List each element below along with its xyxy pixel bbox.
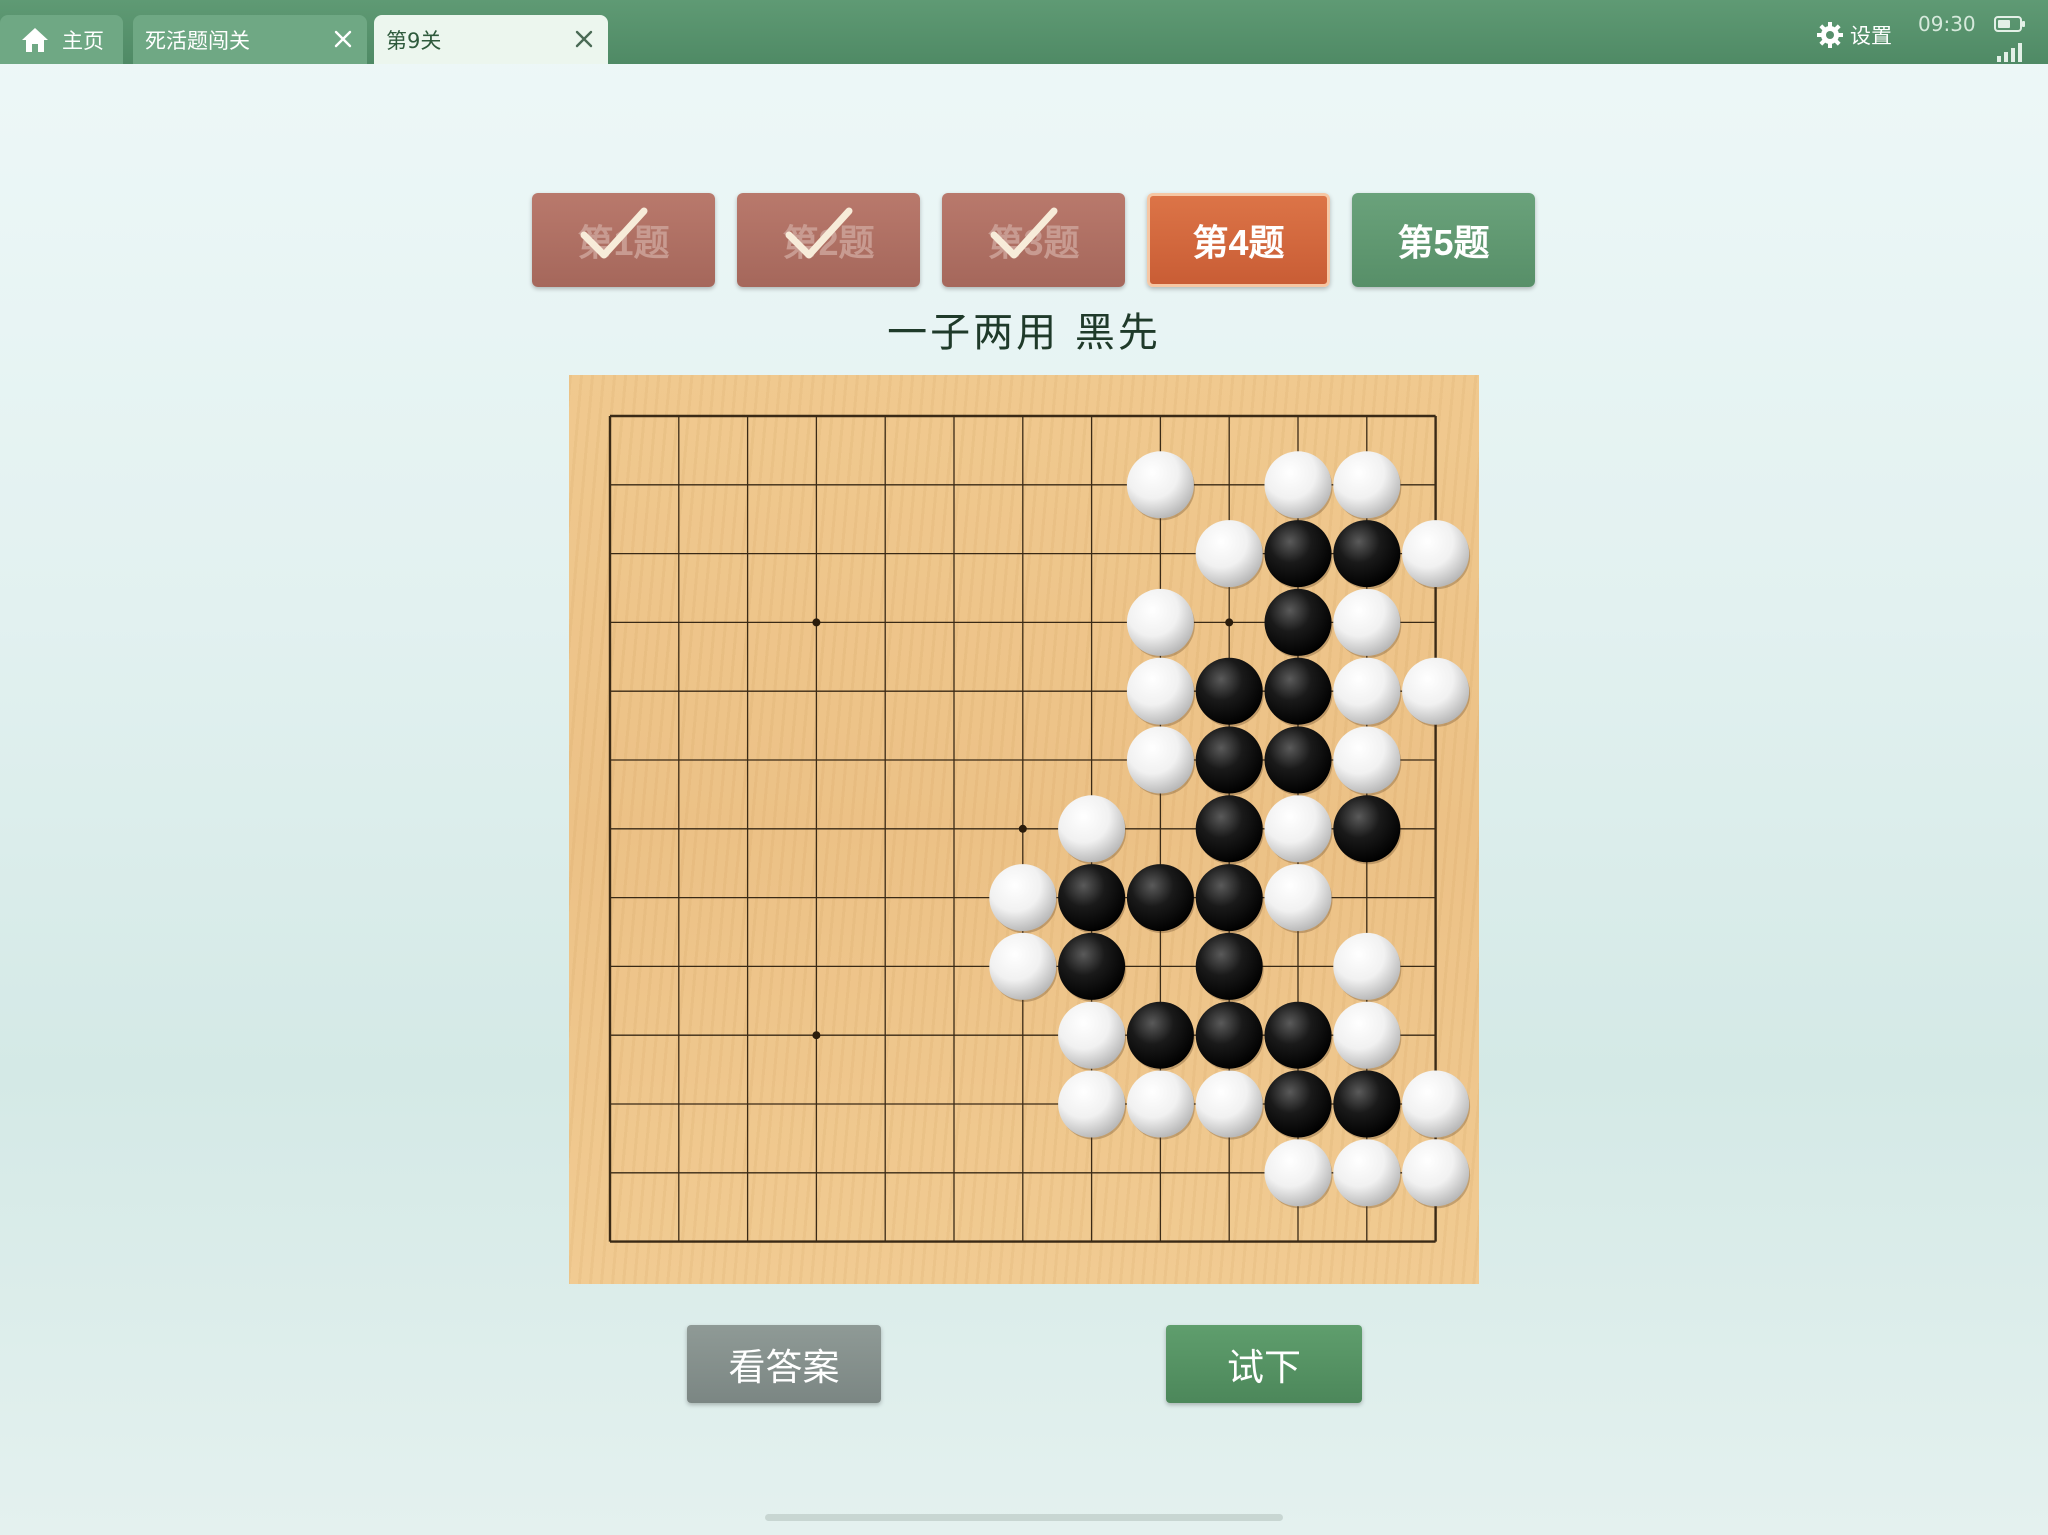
problem-title: 一子两用 黑先 bbox=[887, 310, 1161, 356]
white-stone bbox=[1195, 520, 1263, 588]
view-answer-button[interactable]: 看答案 bbox=[687, 1325, 881, 1403]
try-move-button[interactable]: 试下 bbox=[1166, 1325, 1362, 1403]
go-board-grid[interactable] bbox=[569, 375, 1479, 1284]
black-stone bbox=[1264, 1001, 1332, 1069]
black-stone bbox=[1333, 520, 1401, 588]
white-stone bbox=[1333, 588, 1401, 656]
tab-home[interactable]: 主页 bbox=[0, 15, 123, 64]
settings-label: 设置 bbox=[1850, 24, 1892, 48]
status-time: 09:30 bbox=[1918, 12, 1976, 36]
gear-icon bbox=[1817, 22, 1843, 48]
white-stone bbox=[1126, 451, 1194, 519]
white-stone bbox=[1402, 1070, 1470, 1138]
white-stone bbox=[1126, 1070, 1194, 1138]
white-stone bbox=[1333, 1139, 1401, 1207]
star-point bbox=[812, 1031, 821, 1040]
black-stone bbox=[1195, 1001, 1263, 1069]
check-icon bbox=[580, 207, 648, 259]
view-answer-label: 看答案 bbox=[728, 1346, 840, 1389]
question-4-button[interactable]: 第4题 bbox=[1147, 193, 1330, 287]
go-board[interactable] bbox=[569, 375, 1479, 1284]
white-stone bbox=[1402, 520, 1470, 588]
white-stone bbox=[1264, 1139, 1332, 1207]
tab-life-death-label: 死活题闯关 bbox=[145, 28, 250, 53]
stones bbox=[989, 451, 1471, 1209]
check-icon bbox=[785, 207, 853, 259]
home-icon bbox=[22, 27, 48, 52]
question-1-button[interactable]: 第1题 bbox=[532, 193, 715, 287]
white-stone bbox=[1333, 726, 1401, 794]
battery-icon bbox=[1994, 16, 2025, 32]
question-5-button[interactable]: 第5题 bbox=[1352, 193, 1535, 287]
white-stone bbox=[1126, 588, 1194, 656]
black-stone bbox=[1333, 795, 1401, 863]
white-stone bbox=[1264, 795, 1332, 863]
black-stone bbox=[1126, 864, 1194, 932]
star-point bbox=[1018, 824, 1027, 833]
white-stone bbox=[1402, 1139, 1470, 1207]
try-move-label: 试下 bbox=[1227, 1346, 1301, 1389]
black-stone bbox=[1195, 932, 1263, 1000]
black-stone bbox=[1264, 657, 1332, 725]
tab-life-death-challenge[interactable]: 死活题闯关 bbox=[133, 15, 367, 64]
white-stone bbox=[1333, 451, 1401, 519]
white-stone bbox=[989, 864, 1057, 932]
black-stone bbox=[1195, 864, 1263, 932]
check-icon bbox=[990, 207, 1058, 259]
white-stone bbox=[1126, 726, 1194, 794]
black-stone bbox=[1058, 932, 1126, 1000]
tab-level-9[interactable]: 第9关 bbox=[374, 15, 608, 64]
tab-home-label: 主页 bbox=[62, 28, 104, 53]
black-stone bbox=[1264, 726, 1332, 794]
question-4-label: 第4题 bbox=[1192, 222, 1285, 263]
white-stone bbox=[1126, 657, 1194, 725]
white-stone bbox=[1333, 657, 1401, 725]
black-stone bbox=[1126, 1001, 1194, 1069]
black-stone bbox=[1195, 657, 1263, 725]
white-stone bbox=[1058, 1001, 1126, 1069]
white-stone bbox=[1195, 1070, 1263, 1138]
star-point bbox=[1225, 618, 1234, 627]
signal-icon bbox=[1997, 43, 2022, 62]
tab-level-9-label: 第9关 bbox=[386, 28, 442, 53]
home-indicator bbox=[765, 1514, 1283, 1521]
white-stone bbox=[1264, 451, 1332, 519]
white-stone bbox=[1058, 795, 1126, 863]
black-stone bbox=[1264, 588, 1332, 656]
black-stone bbox=[1333, 1070, 1401, 1138]
black-stone bbox=[1264, 1070, 1332, 1138]
question-2-button[interactable]: 第2题 bbox=[737, 193, 920, 287]
white-stone bbox=[989, 932, 1057, 1000]
close-icon[interactable] bbox=[572, 27, 596, 51]
question-3-button[interactable]: 第3题 bbox=[942, 193, 1125, 287]
black-stone bbox=[1058, 864, 1126, 932]
black-stone bbox=[1264, 520, 1332, 588]
white-stone bbox=[1058, 1070, 1126, 1138]
black-stone bbox=[1195, 795, 1263, 863]
close-icon[interactable] bbox=[331, 27, 355, 51]
white-stone bbox=[1402, 657, 1470, 725]
black-stone bbox=[1195, 726, 1263, 794]
white-stone bbox=[1333, 1001, 1401, 1069]
star-point bbox=[812, 618, 821, 627]
settings-button[interactable]: 设置 bbox=[1816, 18, 1892, 52]
white-stone bbox=[1264, 864, 1332, 932]
top-bar: 主页 死活题闯关 第9关 设置 09:30 bbox=[0, 0, 2048, 64]
white-stone bbox=[1333, 932, 1401, 1000]
question-5-label: 第5题 bbox=[1397, 222, 1490, 263]
